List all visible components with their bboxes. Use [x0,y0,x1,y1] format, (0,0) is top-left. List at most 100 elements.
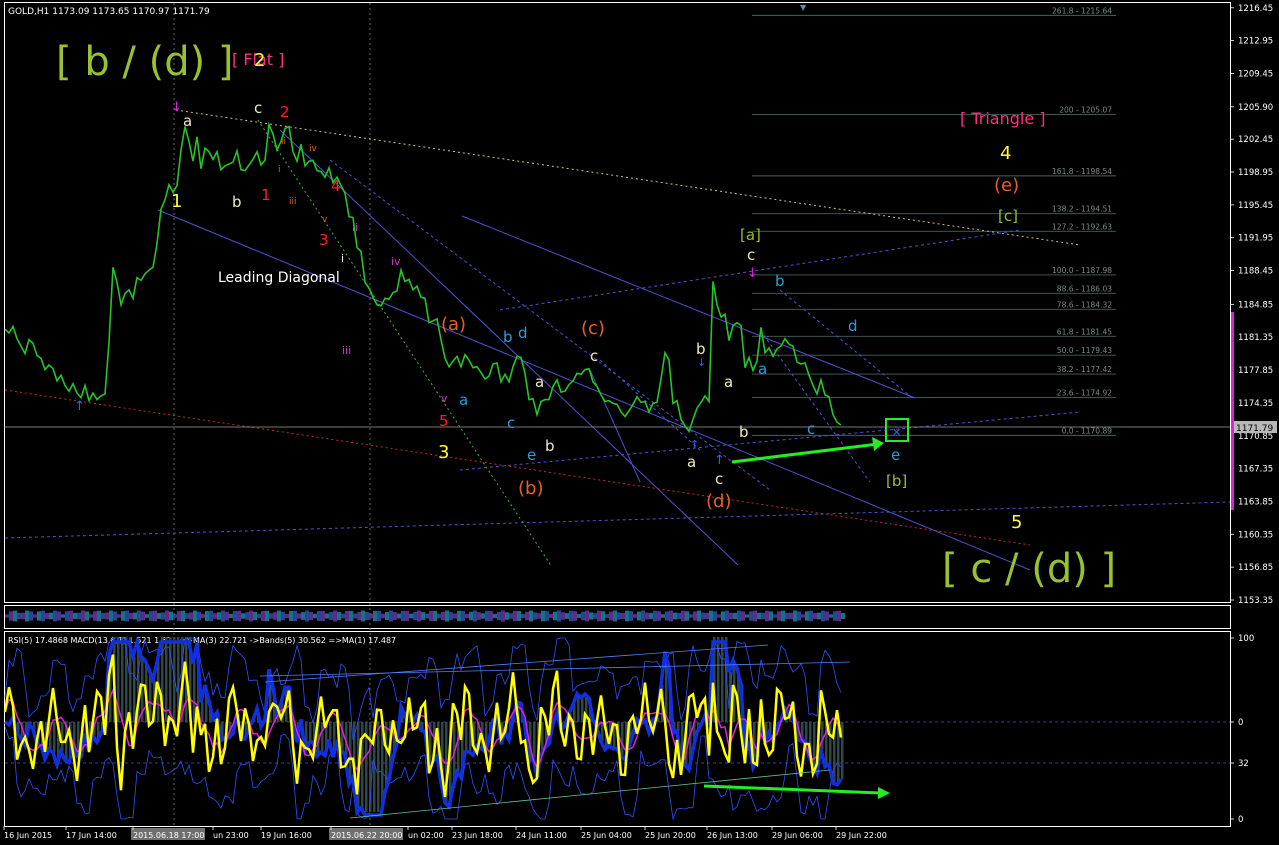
fib-level-label: 38.2 - 1177.42 [1057,365,1112,374]
volume-bar [169,611,173,621]
fib-level-label: 200 - 1205.07 [1059,106,1112,115]
volume-bar [721,611,725,621]
volume-bar [353,613,357,619]
price-tick-label: 1209.45 [1238,69,1273,79]
volume-bar [641,610,645,622]
divergence-arrow-price [731,442,879,464]
volume-bar [601,611,605,621]
volume-bar [29,611,33,621]
volume-bar [569,610,573,622]
volume-bar [293,610,297,622]
macd-bar [621,722,624,757]
price-tick-label: 1167.35 [1238,465,1273,475]
volume-bar [309,611,313,621]
price-tick-label: 1156.85 [1238,563,1273,573]
current-price-value: 1171.79 [1236,424,1273,434]
indicator-tick-label: 32 [1238,759,1249,769]
volume-bar [133,612,137,620]
wave-label: iv [391,255,401,268]
volume-bar [441,611,445,621]
wave-label: 3 [319,231,329,249]
chart-canvas[interactable]: GOLD,H1 1173.09 1173.65 1170.97 1171.79 … [0,0,1279,845]
volume-bar [553,611,557,621]
wave-label: i [278,165,281,175]
volume-bar [805,611,809,621]
macd-bar [61,722,64,752]
volume-bar [73,612,77,620]
volume-bar [841,612,845,620]
fib-level-label: 100.0 - 1187.98 [1052,266,1112,275]
trendline-wedge-lower [759,329,871,483]
volume-bar [273,612,277,620]
volume-bar [193,610,197,622]
wave-label: c [254,99,262,117]
dropdown-arrow-icon[interactable]: ▼ [800,3,807,12]
wave-label: b [503,328,513,346]
volume-bar [669,610,673,622]
chart-window: GOLD,H1 1173.09 1173.65 1170.97 1171.79 … [0,0,1279,845]
trendline-channel-b [461,215,916,399]
volume-bar [225,611,229,621]
time-tick-label: un 02:00 [408,831,444,840]
wave-label: e [527,446,536,464]
volume-bar [129,613,133,619]
volume-bar [729,612,733,620]
time-axis: 16 Jun 2015 17 Jun 14:00 2015.06.18 17:00 u… [3,826,887,840]
price-tick-label: 1205.90 [1238,103,1273,113]
window-header: GOLD,H1 1173.09 1173.65 1170.97 1171.79 [8,7,210,17]
wave-label-c-d: [ c / (d) ] [942,546,1116,592]
volume-bar [137,610,141,622]
volume-bar [645,612,649,620]
trendline-triangle-upper [175,109,1081,246]
wave-label: d [848,317,858,335]
volume-bar [289,610,293,622]
volume-bar [625,610,629,622]
time-tick-label: 24 Jun 11:00 [516,831,567,840]
volume-bar [337,611,341,621]
volume-bar [753,610,757,622]
price-tick-label: 1195.45 [1238,201,1273,211]
volume-bar [341,613,345,619]
wave-label: a [758,360,767,378]
wave-label: b [696,340,706,358]
indicator-header: RSI(5) 17.4868 MACD(13,6,1) 1.521 1.521 … [8,636,396,645]
fibonacci-levels: 261.8 - 1215.64 200 - 1205.07 161.8 - 1198… [752,6,1116,436]
volume-bar [781,610,785,622]
volume-bar [17,612,21,620]
volume-bar [357,612,361,620]
volume-bar [197,611,201,621]
wave-label-paren-d: (d) [706,491,731,512]
volume-bar [449,612,453,620]
wave-label: 4 [331,177,341,195]
volume-bar [101,612,105,620]
wave-label: i [341,252,344,265]
volume-bar [465,613,469,619]
volume-bar [345,610,349,622]
fib-level-label: 61.8 - 1181.45 [1057,327,1112,336]
down-arrow-icon: ↓ [747,266,758,281]
wave-label: c [715,470,723,488]
volume-bar [369,613,373,619]
volume-bar [797,611,801,621]
volume-bar [457,610,461,622]
volume-bar [637,611,641,621]
wave-label: 5 [439,412,449,430]
volume-bar [185,613,189,619]
fib-level-label: 0.0 - 1170.89 [1062,426,1113,435]
volume-bar [281,611,285,621]
volume-bar [253,611,257,621]
volume-bar [93,611,97,621]
wave-label: 4 [1000,143,1011,164]
time-tick-label: 16 Jun 2015 [4,831,52,840]
price-tick-label: 1181.35 [1238,333,1273,343]
volume-bar [529,610,533,622]
price-axis: 1216.45 1212.95 1209.45 1205.90 1202.45 1198.… [1230,4,1273,606]
volume-bar [649,612,653,620]
volume-bar [25,610,29,622]
volume-bar [789,612,793,620]
volume-bar [437,613,441,619]
volume-bar [513,610,517,622]
macd-bar [829,722,832,765]
volume-bar [733,612,737,620]
volume-bar [153,610,157,622]
